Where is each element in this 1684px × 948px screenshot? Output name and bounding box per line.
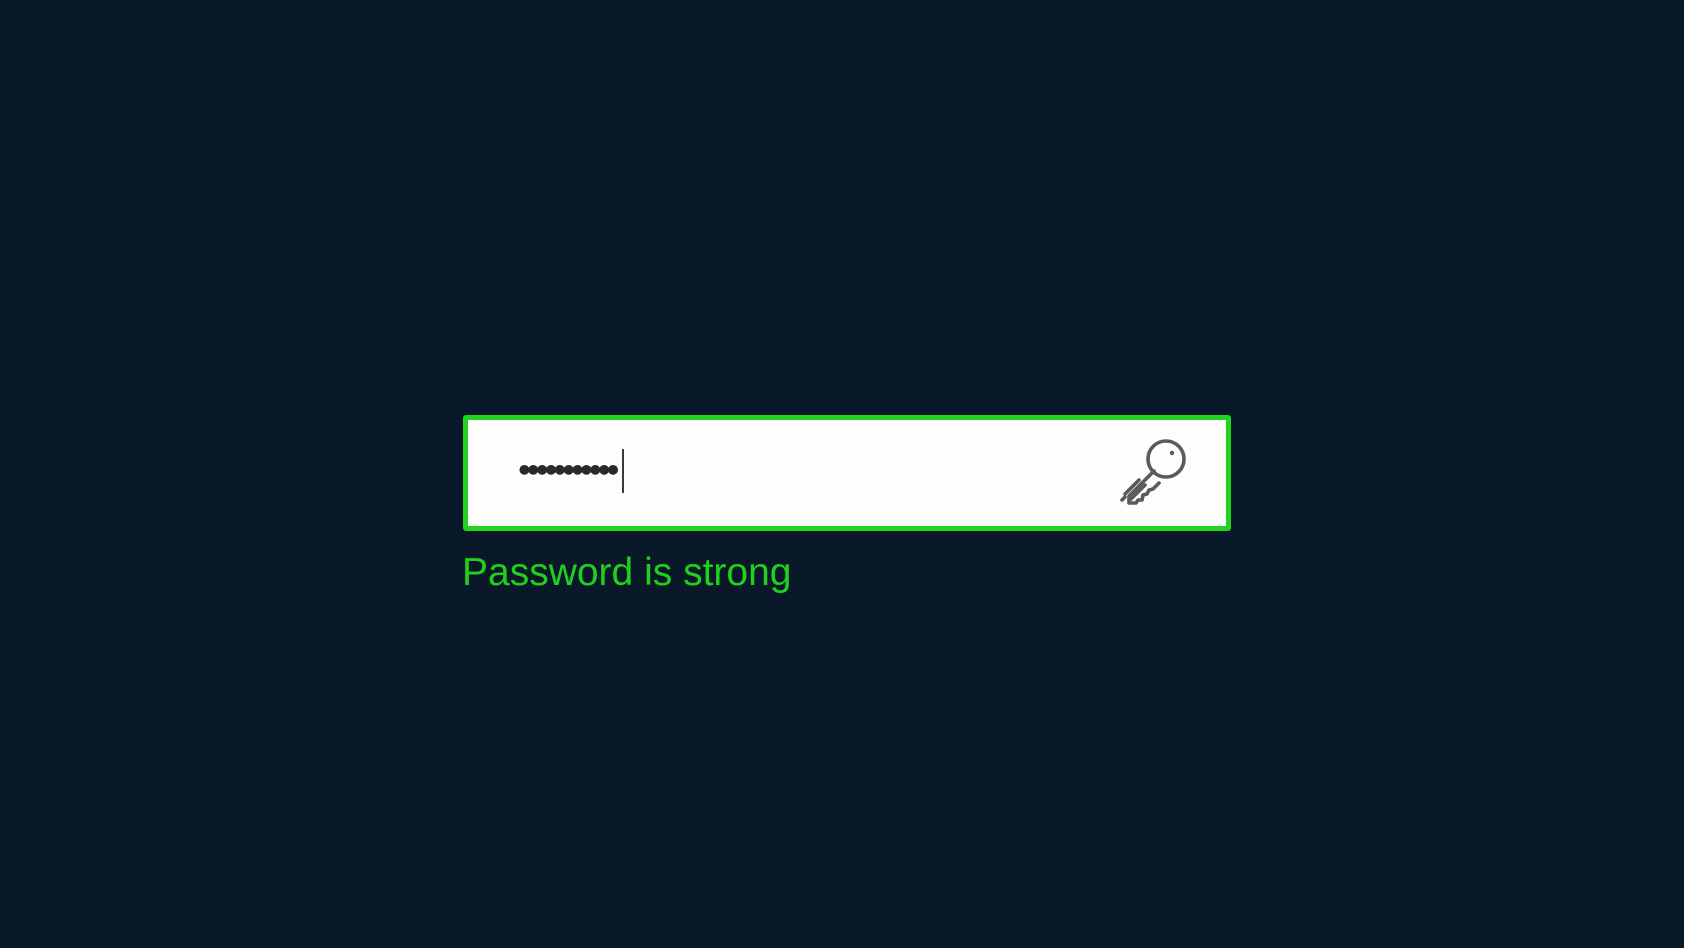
masked-password-text: ••••••••••• (516, 454, 621, 487)
show-password-button[interactable] (1114, 433, 1196, 515)
password-strength-message: Password is strong (462, 551, 792, 594)
text-caret (622, 449, 625, 493)
key-icon (1114, 433, 1196, 515)
password-field[interactable]: ••••••••••• (463, 415, 1231, 531)
page-background: ••••••••••• Password is strong (0, 0, 1684, 948)
password-input-value[interactable]: ••••••••••• (516, 445, 625, 497)
